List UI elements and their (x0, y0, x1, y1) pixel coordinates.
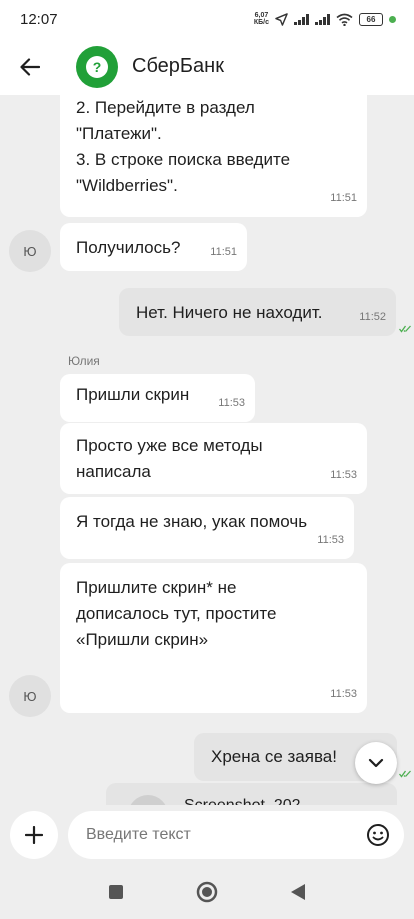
network-speed: 6,07 КБ/с (254, 12, 269, 26)
message-text: Нет. Ничего не находит. (136, 303, 323, 322)
message-time: 11:51 (210, 246, 237, 258)
status-icons: 6,07 КБ/с 66 (254, 12, 396, 26)
message-bubble[interactable]: 2. Перейдите в раздел "Платежи". 3. В ст… (60, 95, 367, 217)
triangle-back-icon (291, 884, 306, 900)
message-line: 2. Перейдите в раздел (76, 98, 255, 117)
message-line: Пришлите скрин* не (76, 578, 237, 597)
message-time: 11:53 (317, 534, 344, 546)
scroll-down-button[interactable] (355, 742, 397, 784)
privacy-dot-icon (389, 15, 396, 23)
avatar: Ю (9, 675, 51, 717)
read-check-icon (399, 325, 411, 333)
message-list[interactable]: 2. Перейдите в раздел "Платежи". 3. В ст… (0, 95, 414, 805)
circle-icon (196, 881, 218, 903)
file-name: Screenshot_202... (184, 795, 314, 805)
back-nav-button[interactable] (278, 872, 318, 912)
arrow-left-icon (20, 57, 40, 76)
message-input[interactable] (86, 826, 364, 844)
message-line: дописалось тут, простите (76, 604, 277, 623)
signal-icon (294, 13, 309, 25)
back-button[interactable] (0, 38, 60, 95)
message-line: написала (76, 462, 151, 481)
message-bubble[interactable]: Пришли скрин 11:53 (60, 374, 255, 422)
composer (0, 805, 414, 865)
message-line: "Wildberries". (76, 176, 178, 195)
recents-button[interactable] (96, 872, 136, 912)
message-bubble[interactable]: Я тогда не знаю, укак помочь 11:53 (60, 497, 354, 559)
home-button[interactable] (187, 872, 227, 912)
message-bubble[interactable]: Пришлите скрин* не дописалось тут, прост… (60, 563, 367, 713)
message-bubble[interactable]: Получилось? 11:51 (60, 223, 247, 271)
network-speed-unit: КБ/с (253, 19, 269, 26)
plus-icon (25, 826, 43, 844)
system-nav-bar (0, 865, 414, 919)
file-thumbnail (128, 795, 168, 805)
attach-button[interactable] (10, 811, 58, 859)
network-speed-value: 6,07 (254, 12, 269, 19)
message-time: 11:53 (330, 688, 357, 700)
message-line: "Платежи". (76, 124, 162, 143)
status-time: 12:07 (20, 10, 58, 28)
message-time: 11:53 (330, 469, 357, 481)
message-time: 11:51 (330, 192, 357, 204)
chevron-down-icon (368, 758, 384, 768)
signal-icon-2 (315, 13, 330, 25)
message-bubble[interactable]: Просто уже все методы написала 11:53 (60, 423, 367, 494)
file-message-bubble[interactable]: Screenshot_202... (106, 783, 397, 805)
square-icon (108, 885, 123, 899)
read-check-icon (399, 770, 411, 778)
chat-title[interactable]: СберБанк (132, 55, 224, 78)
message-line: «Пришли скрин» (76, 630, 209, 649)
message-time: 11:52 (359, 311, 386, 323)
message-line: 3. В строке поиска введите (76, 150, 291, 169)
sender-name: Юлия (68, 354, 100, 368)
message-line: Просто уже все методы (76, 436, 263, 455)
message-time: 11:53 (218, 397, 245, 409)
location-arrow-icon (275, 12, 288, 26)
wifi-icon (336, 13, 353, 26)
avatar: Ю (9, 230, 51, 272)
message-text: Я тогда не знаю, укак помочь (76, 512, 308, 531)
emoji-button[interactable] (364, 821, 392, 849)
message-input-wrap (68, 811, 404, 859)
sberbank-logo[interactable]: ? (76, 45, 118, 88)
chat-header: ? СберБанк (0, 38, 414, 95)
battery-icon: 66 (359, 12, 383, 26)
status-bar: 12:07 6,07 КБ/с 66 (0, 0, 414, 38)
question-icon: ? (86, 55, 108, 78)
emoji-icon (367, 824, 389, 846)
message-bubble-outgoing[interactable]: Нет. Ничего не находит. 11:52 (119, 288, 396, 336)
